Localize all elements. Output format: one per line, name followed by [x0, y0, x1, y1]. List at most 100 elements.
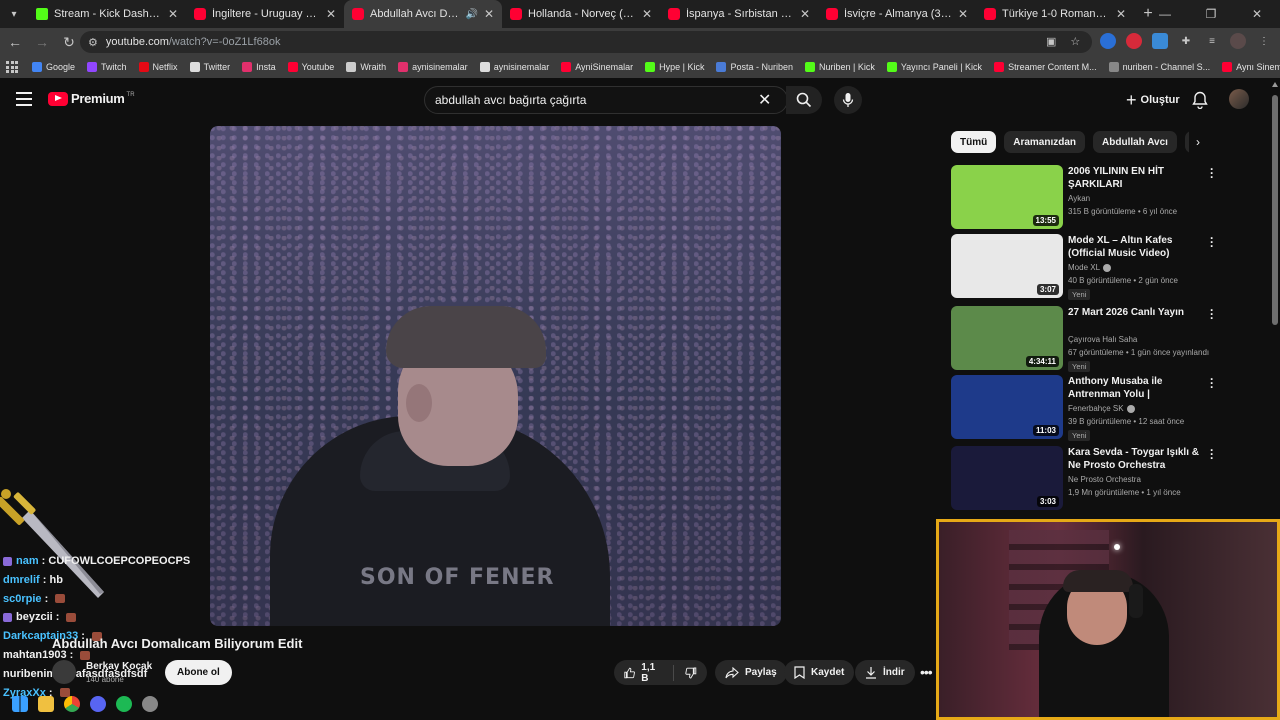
bookmark-item[interactable]: Google: [32, 62, 75, 72]
video-thumbnail[interactable]: 11:03: [951, 375, 1063, 439]
bookmark-star-icon[interactable]: ☆: [1070, 35, 1080, 48]
recommended-video-title[interactable]: 2006 YILININ EN HİT ŞARKILARI: [1068, 165, 1208, 191]
bookmark-item[interactable]: Yayıncı Paneli | Kick: [886, 62, 982, 72]
site-info-icon[interactable]: ⚙: [88, 36, 98, 49]
reload-button[interactable]: ↻: [57, 30, 81, 54]
back-button[interactable]: ←: [3, 30, 27, 54]
filter-chip[interactable]: Aramanızdan: [1004, 131, 1086, 153]
bookmark-item[interactable]: Twitch: [87, 62, 127, 72]
more-options-icon[interactable]: · · ·: [1210, 163, 1214, 183]
media-controls-icon[interactable]: ≡: [1204, 33, 1220, 49]
recommended-video-title[interactable]: Anthony Musaba ile Antrenman Yolu | Rona…: [1068, 375, 1208, 401]
like-button[interactable]: 1,1 B: [624, 662, 661, 684]
tab-close-icon[interactable]: ✕: [484, 7, 494, 21]
recommended-video-title[interactable]: Mode XL – Altın Kafes (Official Music Vi…: [1068, 234, 1208, 260]
spotify-icon[interactable]: [116, 696, 132, 712]
minimize-icon[interactable]: —: [1142, 0, 1188, 28]
recommended-channel[interactable]: Çayırova Halı Saha: [1068, 335, 1137, 344]
video-thumbnail[interactable]: 13:55: [951, 165, 1063, 229]
clear-search-icon[interactable]: ✕: [758, 90, 771, 110]
tab-close-icon[interactable]: ✕: [168, 7, 178, 21]
video-thumbnail[interactable]: 3:07: [951, 234, 1063, 298]
download-button[interactable]: İndir: [855, 660, 915, 685]
channel-name[interactable]: Berkay Koçak: [86, 661, 152, 672]
more-options-icon[interactable]: · · ·: [1210, 444, 1214, 464]
chips-next-chevron-icon[interactable]: ›: [1196, 135, 1200, 149]
audio-playing-icon[interactable]: 🔊: [465, 9, 477, 20]
share-button[interactable]: Paylaş: [715, 660, 787, 685]
browser-tab[interactable]: Türkiye 1-0 Romanya Analizi - Y ✕: [976, 0, 1134, 28]
account-avatar[interactable]: [1229, 89, 1249, 109]
recommended-video[interactable]: 3:03 Kara Sevda - Toygar Işıklı & Ne Pro…: [951, 444, 1251, 510]
search-button[interactable]: [786, 86, 822, 114]
chat-username[interactable]: dmrelif: [3, 571, 40, 590]
discord-icon[interactable]: [90, 696, 106, 712]
voice-search-button[interactable]: [834, 86, 862, 114]
bookmark-item[interactable]: AyniSinemalar: [561, 62, 633, 72]
extension-globe-icon[interactable]: [1100, 33, 1116, 49]
video-thumbnail[interactable]: 4:34:11: [951, 306, 1063, 370]
notifications-bell-icon[interactable]: [1192, 91, 1208, 114]
bookmark-item[interactable]: Wraith: [346, 62, 386, 72]
recommended-video[interactable]: 3:07 Mode XL – Altın Kafes (Official Mus…: [951, 232, 1251, 300]
bookmark-item[interactable]: Streamer Content M...: [994, 62, 1097, 72]
browser-tab[interactable]: İsviçre - Almanya (3-4) Maç Öz ✕: [818, 0, 976, 28]
address-bar[interactable]: ⚙ youtube.com/watch?v=-0oZ1Lf68ok: [80, 31, 1092, 53]
extension-shield-icon[interactable]: [1152, 33, 1168, 49]
recommended-video[interactable]: 4:34:11 27 Mart 2026 Canlı Yayın Çayırov…: [951, 304, 1251, 372]
bookmark-item[interactable]: Twitter: [189, 62, 230, 72]
close-window-icon[interactable]: ✕: [1234, 0, 1280, 28]
scroll-up-arrow-icon[interactable]: [1272, 82, 1278, 87]
bookmark-item[interactable]: Netflix: [138, 62, 178, 72]
filter-chip[interactable]: Tümü: [951, 131, 997, 153]
chat-username[interactable]: sc0rpie: [3, 590, 42, 609]
cast-icon[interactable]: ▣: [1046, 35, 1056, 48]
youtube-premium-logo[interactable]: Premium TR: [48, 91, 135, 106]
tab-close-icon[interactable]: ✕: [326, 7, 336, 21]
more-options-icon[interactable]: · · ·: [1210, 373, 1214, 393]
tab-close-icon[interactable]: ✕: [1116, 7, 1126, 21]
bookmark-item[interactable]: Hype | Kick: [645, 62, 704, 72]
forward-button[interactable]: →: [30, 30, 54, 54]
filter-chip[interactable]: Abdullah Avcı: [1093, 131, 1177, 153]
browser-tab[interactable]: Hollanda - Norveç (2-1) Maç Ö ✕: [502, 0, 660, 28]
filter-chip[interactable]: İlgili: [1184, 131, 1189, 153]
browser-tab[interactable]: İspanya - Sırbistan (3-0) Maç Ö ✕: [660, 0, 818, 28]
video-thumbnail[interactable]: 3:03: [951, 446, 1063, 510]
profile-avatar-icon[interactable]: [1230, 33, 1246, 49]
app-icon[interactable]: [142, 696, 158, 712]
bookmark-item[interactable]: Nuriben | Kick: [804, 62, 875, 72]
subscribe-button[interactable]: Abone ol: [165, 660, 232, 685]
more-actions-icon[interactable]: •••: [920, 664, 933, 680]
browser-tab[interactable]: Stream - Kick Dashboard ✕: [28, 0, 186, 28]
recommended-video[interactable]: 11:03 Anthony Musaba ile Antrenman Yolu …: [951, 373, 1251, 441]
recommended-channel[interactable]: Aykan: [1068, 194, 1090, 203]
apps-grid-icon[interactable]: [6, 60, 18, 74]
browser-menu-icon[interactable]: ⋮: [1256, 33, 1272, 49]
bookmark-item[interactable]: aynisinemalar: [479, 62, 549, 72]
tab-search-button[interactable]: ▾: [0, 0, 28, 28]
tab-close-icon[interactable]: ✕: [642, 7, 652, 21]
windows-start-icon[interactable]: [12, 696, 28, 712]
bookmark-item[interactable]: Aynı Sinemalar - Ça...: [1222, 62, 1280, 72]
extensions-puzzle-icon[interactable]: ✚: [1178, 33, 1194, 49]
restore-icon[interactable]: ❐: [1188, 0, 1234, 28]
bookmark-item[interactable]: Insta: [242, 62, 276, 72]
bookmark-item[interactable]: Posta - Nuriben: [716, 62, 793, 72]
save-button[interactable]: Kaydet: [784, 660, 855, 685]
chrome-icon[interactable]: [64, 696, 80, 712]
extension-red-icon[interactable]: [1126, 33, 1142, 49]
recommended-video-title[interactable]: 27 Mart 2026 Canlı Yayın: [1068, 306, 1208, 319]
chat-username[interactable]: beyzcii: [16, 608, 53, 627]
scrollbar-thumb[interactable]: [1272, 95, 1278, 325]
bookmark-item[interactable]: aynisinemalar: [398, 62, 468, 72]
more-options-icon[interactable]: · · ·: [1210, 232, 1214, 252]
channel-avatar[interactable]: [52, 660, 76, 684]
recommended-channel[interactable]: Ne Prosto Orchestra: [1068, 475, 1141, 484]
video-player[interactable]: SON OF FENER: [210, 126, 781, 626]
chat-username[interactable]: nam: [16, 552, 39, 571]
bookmark-item[interactable]: Youtube: [287, 62, 334, 72]
create-button[interactable]: + Oluştur: [1116, 86, 1190, 114]
chat-username[interactable]: nuribenim: [3, 665, 56, 684]
recommended-video[interactable]: 13:55 2006 YILININ EN HİT ŞARKILARI Ayka…: [951, 163, 1251, 229]
